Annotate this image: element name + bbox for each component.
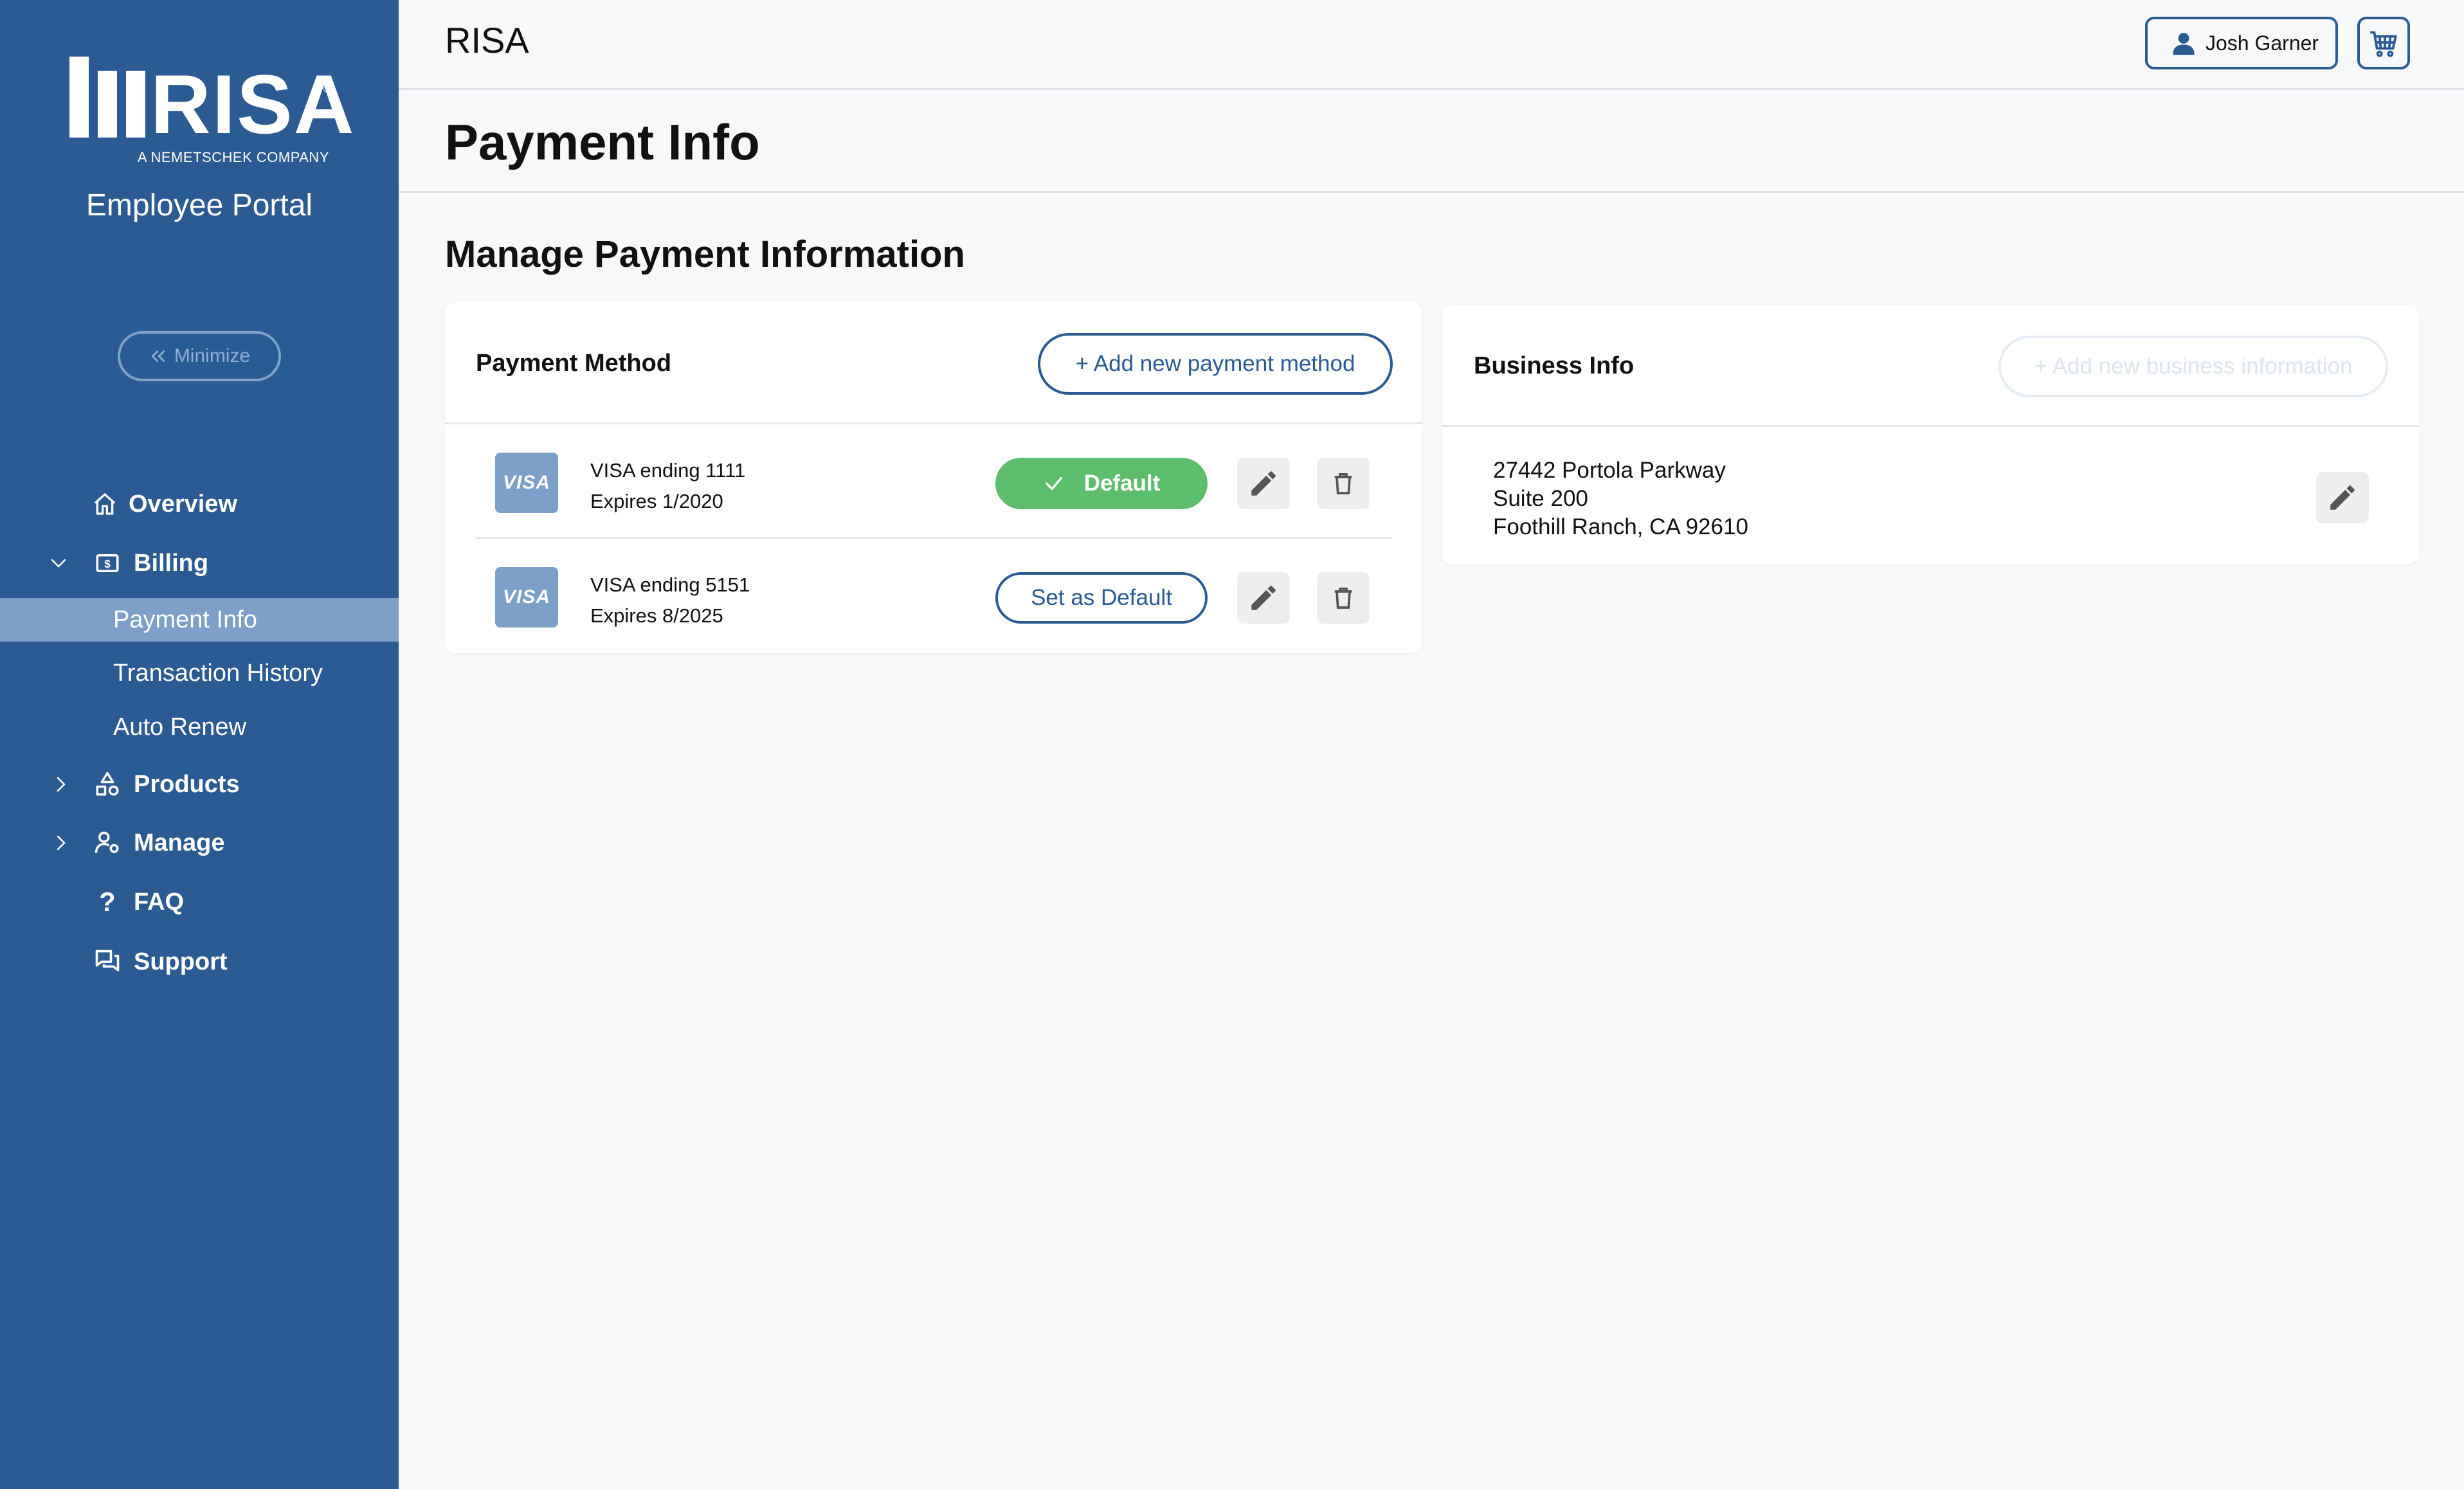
chevron-right-icon (51, 833, 71, 853)
default-badge-button[interactable]: Default (995, 458, 1208, 509)
check-icon (1045, 476, 1062, 491)
set-as-default-button[interactable]: Set as Default (995, 572, 1208, 624)
card-expiry: Expires 8/2025 (590, 604, 723, 627)
business-address: 27442 Portola Parkway Suite 200 Foothill… (1493, 456, 1748, 541)
top-bar: RISA Josh Garner (399, 0, 2464, 90)
sidebar-item-label: FAQ (134, 888, 185, 916)
trash-icon (1334, 588, 1352, 609)
sidebar-subitem-payment-info[interactable]: Payment Info (0, 598, 399, 642)
minimize-label: Minimize (174, 345, 251, 366)
pencil-icon (1251, 471, 1276, 496)
page-header: Payment Info (399, 90, 2464, 193)
sidebar-item-billing[interactable]: $ Billing (0, 540, 399, 586)
card-header: Business Info + Add new business informa… (1442, 305, 2419, 427)
card-title: Business Info (1474, 352, 1635, 379)
payment-method-card: Payment Method + Add new payment method … (445, 302, 1422, 653)
cart-button[interactable] (2357, 17, 2410, 69)
payment-method-details: VISA ending 1111 Expires 1/2020 (590, 455, 745, 517)
visa-card-icon: VISA (495, 453, 558, 513)
sidebar-subitem-transaction-history[interactable]: Transaction History (0, 651, 399, 695)
svg-text:$: $ (104, 557, 111, 570)
card-header: Payment Method + Add new payment method (445, 302, 1422, 424)
sidebar-item-label: Billing (134, 549, 209, 577)
edit-business-info-button[interactable] (2316, 472, 2369, 523)
sidebar-item-manage[interactable]: Manage (0, 820, 399, 866)
sidebar-subitem-label: Auto Renew (113, 713, 247, 741)
address-line-3: Foothill Ranch, CA 92610 (1493, 514, 1748, 539)
add-payment-method-button[interactable]: + Add new payment method (1038, 333, 1393, 395)
card-name: VISA ending 1111 (590, 459, 746, 482)
sidebar-subitem-label: Payment Info (113, 606, 257, 633)
sidebar-item-products[interactable]: Products (0, 761, 399, 808)
sidebar-subitem-auto-renew[interactable]: Auto Renew (0, 705, 399, 749)
chevron-down-icon (49, 554, 68, 573)
sidebar-item-label: Products (134, 770, 240, 798)
risa-logo: RISA ® A NEMETSCHEK COMPANY (69, 57, 354, 166)
card-title: Payment Method (476, 349, 672, 377)
user-icon (2173, 33, 2195, 55)
card-expiry: Expires 1/2020 (590, 490, 723, 512)
delete-payment-button[interactable] (1317, 572, 1370, 624)
double-chevron-left-icon (151, 350, 165, 362)
billing-icon: $ (93, 548, 122, 578)
pencil-icon (1251, 586, 1276, 610)
sidebar-item-label: Support (134, 948, 228, 975)
address-line-2: Suite 200 (1493, 486, 1588, 511)
pencil-icon (2330, 485, 2355, 510)
registered-mark: ® (323, 82, 332, 95)
address-line-1: 27442 Portola Parkway (1493, 458, 1726, 483)
products-icon (93, 770, 122, 799)
user-menu-button[interactable]: Josh Garner (2145, 17, 2338, 69)
edit-payment-button[interactable] (1237, 572, 1290, 624)
logo-tagline: A NEMETSCHEK COMPANY (137, 149, 329, 165)
business-info-card: Business Info + Add new business informa… (1442, 305, 2419, 564)
portal-title: Employee Portal (86, 188, 313, 222)
chat-icon (93, 947, 122, 977)
sidebar-item-overview[interactable]: Overview (0, 481, 399, 527)
sidebar-subitem-label: Transaction History (113, 659, 323, 687)
sidebar: RISA ® A NEMETSCHEK COMPANY Employee Por… (0, 0, 399, 1489)
manage-icon (93, 828, 122, 858)
user-name: Josh Garner (2206, 31, 2319, 55)
payment-method-details: VISA ending 5151 Expires 8/2025 (590, 570, 750, 631)
section-title: Manage Payment Information (445, 233, 965, 275)
sidebar-item-label: Overview (129, 490, 237, 518)
add-business-info-button[interactable]: + Add new business information (1998, 336, 2388, 397)
sidebar-item-support[interactable]: Support (0, 939, 399, 985)
visa-card-icon: VISA (495, 567, 558, 627)
default-label: Default (1083, 471, 1161, 496)
delete-payment-button[interactable] (1317, 458, 1370, 509)
chevron-right-icon (51, 775, 71, 794)
minimize-button[interactable]: Minimize (118, 331, 281, 381)
brand-name: RISA (445, 20, 529, 60)
sidebar-item-faq[interactable]: ? FAQ (0, 879, 399, 925)
logo-bars (69, 57, 145, 138)
page-title: Payment Info (445, 114, 760, 170)
logo-wordmark: RISA (150, 57, 356, 151)
trash-icon (1334, 473, 1352, 494)
sidebar-item-label: Manage (134, 829, 225, 856)
question-icon: ? (99, 887, 116, 917)
cart-icon (2370, 31, 2397, 57)
edit-payment-button[interactable] (1237, 458, 1290, 509)
home-icon (90, 489, 120, 519)
card-name: VISA ending 5151 (590, 573, 750, 596)
